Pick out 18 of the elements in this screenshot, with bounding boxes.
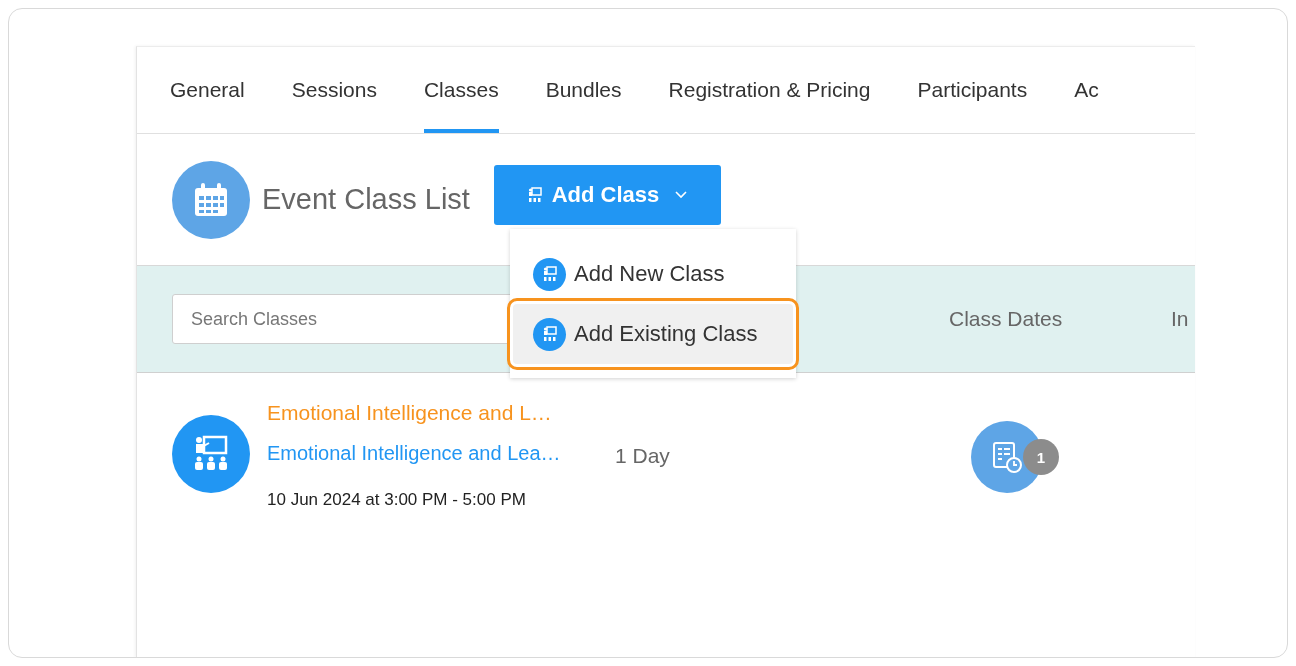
tab[interactable]: Classes: [423, 47, 499, 133]
tab[interactable]: General: [170, 47, 245, 133]
class-icon: [527, 186, 542, 203]
tab[interactable]: Participants: [917, 47, 1028, 133]
class-title: Emotional Intelligence and L…: [267, 400, 552, 426]
tab[interactable]: Ac: [1074, 47, 1099, 133]
tab[interactable]: Sessions: [291, 47, 377, 133]
page-title: Event Class List: [262, 183, 470, 216]
chevron-down-icon: [675, 190, 688, 199]
tab[interactable]: Registration & Pricing: [668, 47, 871, 133]
class-icon: [533, 257, 566, 291]
class-icon: [533, 317, 566, 351]
class-duration: 1 Day: [615, 444, 671, 468]
column-header: Class Dates: [949, 307, 1064, 331]
column-header: In: [1171, 307, 1190, 331]
tab[interactable]: Bundles: [545, 47, 622, 133]
count-badge: 1: [1023, 439, 1059, 475]
class-schedule: 10 Jun 2024 at 3:00 PM - 5:00 PM: [267, 490, 526, 510]
